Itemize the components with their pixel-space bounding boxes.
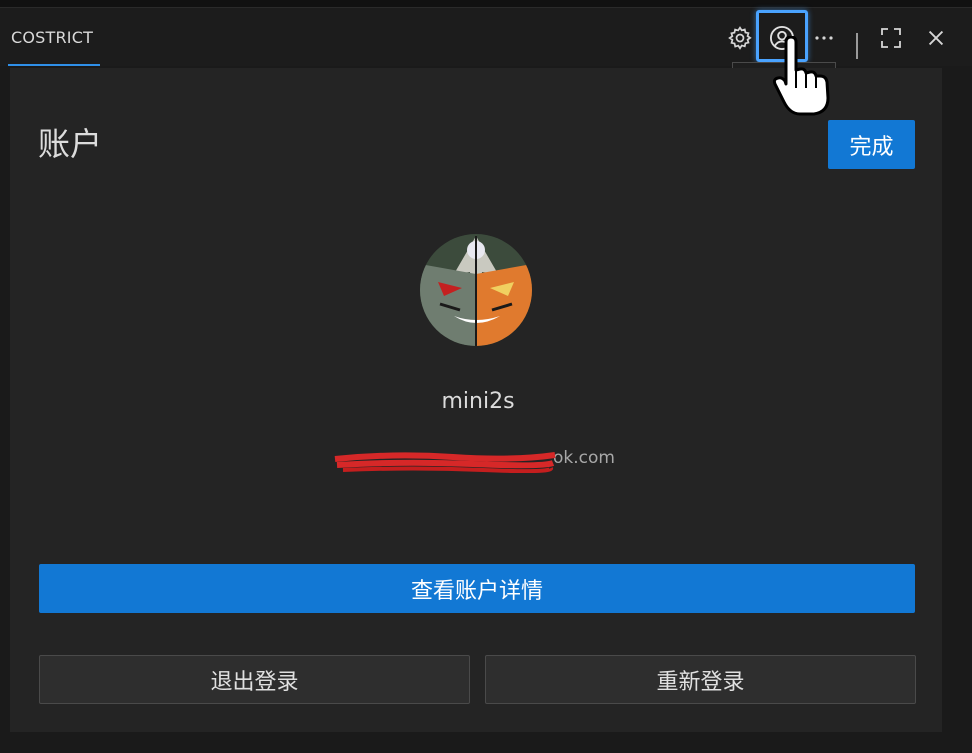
done-button[interactable]: 完成 <box>828 120 915 169</box>
relogin-button[interactable]: 重新登录 <box>485 655 916 704</box>
titlebar-separator <box>856 33 858 59</box>
hand-cursor-icon <box>772 35 838 120</box>
close-icon[interactable] <box>922 24 950 52</box>
avatar <box>420 234 532 346</box>
view-account-details-button[interactable]: 查看账户详情 <box>39 564 915 613</box>
gear-icon[interactable] <box>726 24 754 52</box>
email-redaction <box>333 451 557 474</box>
username: mini2s <box>441 389 515 414</box>
window-top-border <box>0 0 972 8</box>
page-title: 账户 <box>38 125 103 163</box>
tab-label: COSTRICT <box>11 28 94 47</box>
tab-costrict[interactable]: COSTRICT <box>8 26 100 66</box>
fullscreen-icon[interactable] <box>877 24 905 52</box>
logout-button[interactable]: 退出登录 <box>39 655 470 704</box>
